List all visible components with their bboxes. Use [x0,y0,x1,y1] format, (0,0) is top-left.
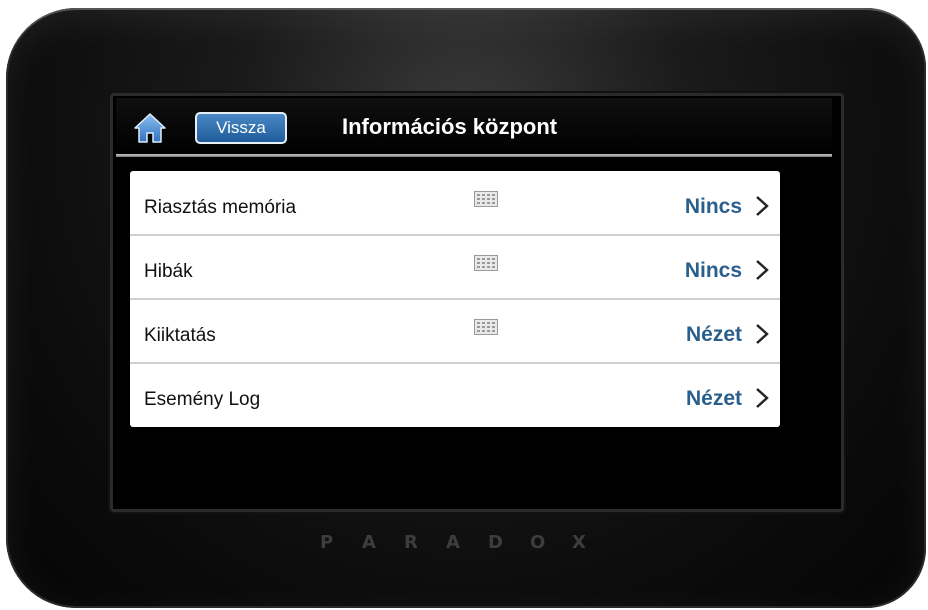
list-item-label: Hibák [144,261,193,282]
list-item-faults[interactable]: Hibák Nincs [130,235,780,299]
list-item-value: Nézet [685,323,742,346]
list-item-value: Nincs [684,259,742,282]
list-item-label: Riasztás memória [144,197,297,218]
back-button[interactable]: Vissza [195,112,287,144]
brand-letter: A [446,532,460,553]
list-item-bypass[interactable]: Kiiktatás Nézet [130,299,780,363]
chevron-right-icon [756,196,769,216]
brand-letter: X [572,532,586,553]
brand-letter: D [488,532,503,553]
header-divider [116,154,832,157]
brand-logo: P A R A D O X [320,532,620,562]
list-item-event-log[interactable]: Esemény Log Nézet [130,363,780,427]
brand-letter: P [320,532,334,553]
brand-letter: A [362,532,376,553]
header-bar: Vissza Információs központ [116,98,832,154]
keypad-icon [474,191,498,207]
keypad-icon [474,319,498,335]
list-item-value: Nézet [685,387,742,410]
keypad-icon [474,255,498,271]
home-icon [134,113,166,143]
list-item-label: Esemény Log [144,389,261,410]
page-title: Információs központ [342,114,558,139]
list-item-value: Nincs [684,195,742,218]
list-item-label: Kiiktatás [144,325,216,346]
chevron-right-icon [756,324,769,344]
chevron-right-icon [756,388,769,408]
chevron-right-icon [756,260,769,280]
brand-letter: O [530,532,546,553]
list-item-alarm-memory[interactable]: Riasztás memória Nincs [130,171,780,235]
home-button[interactable] [133,112,167,144]
info-list: Riasztás memória Nincs Hibák Nincs Kiikt… [130,171,780,427]
touch-screen: Vissza Információs központ Riasztás memó… [116,98,832,500]
brand-letter: R [404,532,418,553]
